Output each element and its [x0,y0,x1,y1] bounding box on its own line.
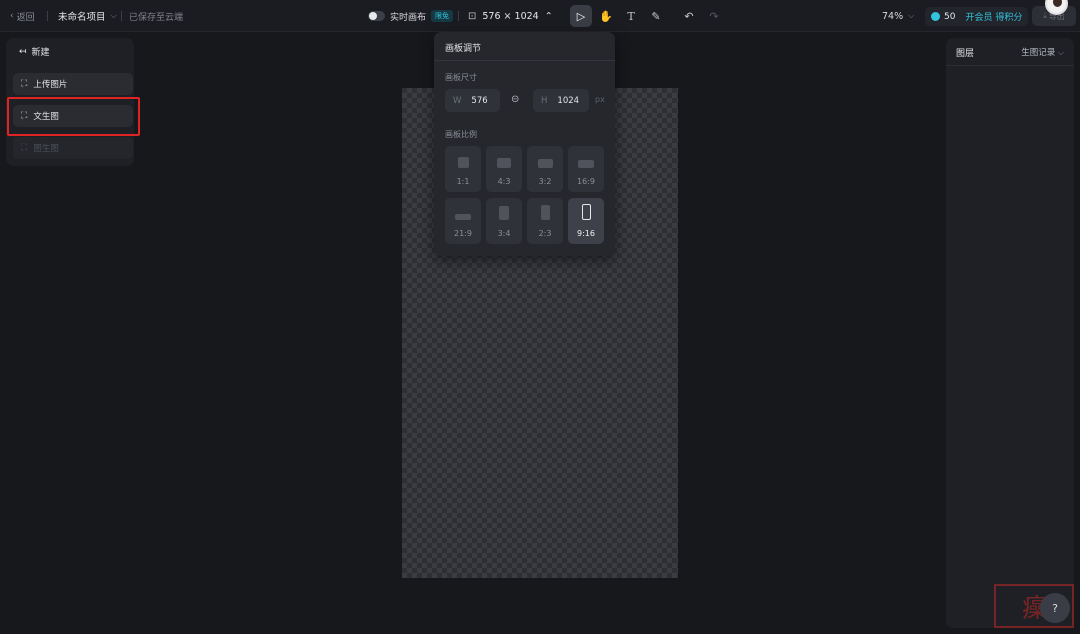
right-panel-header: 图层 生图记录 ⌵ [946,38,1074,66]
height-key: H [541,95,548,106]
image-to-image-label: 图生图 [33,144,59,154]
save-status: 已保存至云端 [129,12,184,23]
brush-tool[interactable]: ✎ [645,5,667,27]
portrait-icon [581,204,591,220]
back-label: 返回 [16,12,35,23]
upload-image-button[interactable]: ⛶ 上传图片 [13,73,133,95]
undo-button[interactable]: ↶ [678,5,700,27]
unit-label: px [595,95,605,104]
live-canvas-toggle[interactable]: 实时画布 限免 [368,0,454,32]
cursor-icon: ▷ [576,9,586,23]
ratio-option-9-16[interactable]: 9:16 [568,198,604,244]
link-icon[interactable]: ⊝ [511,94,519,105]
text-icon: T [627,9,635,23]
ratio-label: 画板比例 [445,130,477,139]
width-value: 576 [471,95,488,106]
help-button[interactable]: ? [1040,593,1070,623]
toolbar: ▷ ✋ T ✎ ↶ ↷ [570,0,728,32]
ratio-label: 4:3 [497,177,511,186]
tab-layers[interactable]: 图层 [956,46,974,59]
coin-icon [931,12,940,21]
portrait-icon [499,206,509,220]
width-key: W [453,95,462,106]
canvas-size-button[interactable]: ⊡ 576 × 1024 ⌃ [468,0,553,32]
vip-link[interactable]: 开会员 得积分 [965,10,1022,23]
height-input[interactable]: H 1024 [533,89,589,112]
landscape-icon [497,158,511,168]
ratio-option-3-2[interactable]: 3:2 [527,146,563,192]
history-dropdown[interactable]: 生图记录 ⌵ [1021,46,1064,58]
download-icon: ⤓ [1043,11,1047,20]
resize-icon: ⊡ [468,10,477,22]
size-label: 画板尺寸 [445,73,477,82]
image-to-image-button[interactable]: ⛶ 图生图 [13,137,133,159]
toggle-switch[interactable] [368,11,385,21]
ratio-label: 2:3 [538,229,552,238]
upload-label: 上传图片 [33,80,68,90]
canvas-adjust-popover: 画板调节 画板尺寸 W 576 ⊝ H 1024 px 画板比例 1:1 4:3… [434,32,615,256]
landscape-icon [537,159,553,168]
ratio-option-16-9[interactable]: 16:9 [568,146,604,192]
project-name: 未命名项目 [58,12,106,23]
undo-icon: ↶ [684,9,694,23]
ratio-label: 21:9 [454,229,472,238]
credits-count: 50 [944,11,956,22]
chevron-down-icon: ⌵ [908,11,915,20]
ratio-label: 9:16 [577,229,595,238]
redo-button[interactable]: ↷ [703,5,725,27]
height-value: 1024 [557,95,580,106]
ratio-option-1-1[interactable]: 1:1 [445,146,481,192]
hand-icon: ✋ [599,9,613,23]
project-name-dropdown[interactable]: 未命名项目 ⌵ [58,0,117,32]
select-tool[interactable]: ▷ [570,5,592,27]
redo-icon: ↷ [709,9,719,23]
live-canvas-label: 实时画布 [390,12,427,23]
highlight-annotation [7,97,140,136]
new-panel-header[interactable]: ↤ 新建 [19,45,50,59]
back-button[interactable]: ‹ 返回 [10,0,35,32]
image-upload-icon: ⛶ [21,79,28,89]
portrait-icon [540,205,550,220]
chevron-up-icon: ⌃ [544,10,553,22]
text-tool[interactable]: T [620,5,642,27]
divider [434,60,615,61]
ratio-option-2-3[interactable]: 2:3 [527,198,563,244]
square-icon [457,157,469,168]
ratio-label: 3:2 [538,177,552,186]
image-image-icon: ⛶ [21,143,28,153]
width-input[interactable]: W 576 [445,89,500,112]
divider [47,11,48,21]
new-title: 新建 [31,48,50,58]
zoom-dropdown[interactable]: 74% ⌵ [882,0,914,32]
ratio-label: 1:1 [456,177,470,186]
brush-icon: ✎ [651,9,661,23]
right-panel: 图层 生图记录 ⌵ [946,38,1074,628]
free-badge: 限免 [431,10,454,22]
divider [121,11,122,21]
zoom-value: 74% [882,10,904,22]
collapse-icon: ↤ [19,46,27,57]
chevron-down-icon: ⌵ [110,11,117,20]
history-label: 生图记录 [1021,48,1056,58]
hand-tool[interactable]: ✋ [595,5,617,27]
chevron-down-icon: ⌵ [1057,48,1064,57]
ratio-label: 3:4 [497,229,511,238]
ratio-option-4-3[interactable]: 4:3 [486,146,522,192]
chevron-left-icon: ‹ [10,11,14,21]
landscape-icon [455,214,471,220]
divider [458,11,459,21]
canvas-size-value: 576 × 1024 [482,10,539,22]
credits-widget[interactable]: 50 开会员 得积分 [925,7,1029,26]
popover-title: 画板调节 [445,44,482,54]
landscape-icon [578,160,594,168]
ratio-label: 16:9 [577,177,595,186]
top-bar: ‹ 返回 未命名项目 ⌵ 已保存至云端 实时画布 限免 ⊡ 576 × 1024… [0,0,1080,32]
ratio-option-3-4[interactable]: 3:4 [486,198,522,244]
ratio-option-21-9[interactable]: 21:9 [445,198,481,244]
